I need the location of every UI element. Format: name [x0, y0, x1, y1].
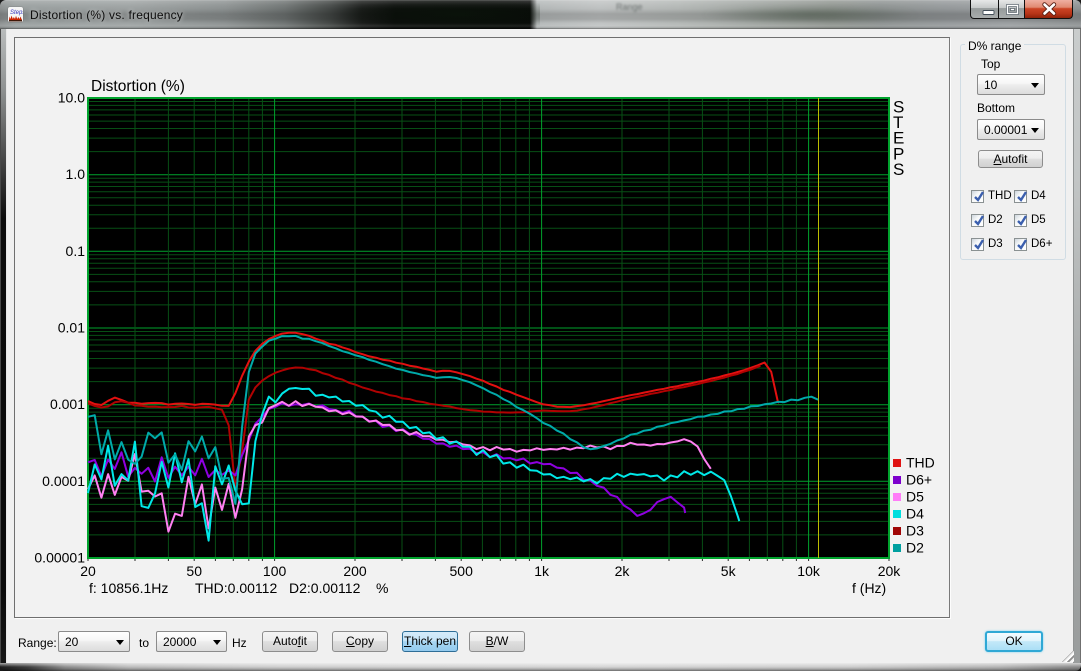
svg-text:20: 20: [80, 563, 96, 579]
svg-text:0.1: 0.1: [66, 243, 86, 259]
svg-text:THD:0.00112: THD:0.00112: [195, 580, 277, 596]
svg-text:0.0001: 0.0001: [42, 473, 85, 489]
svg-text:1k: 1k: [534, 563, 550, 579]
svg-text:0.01: 0.01: [58, 320, 85, 336]
svg-text:0.001: 0.001: [50, 396, 85, 412]
svg-text:200: 200: [343, 563, 367, 579]
svg-text:10.0: 10.0: [58, 90, 85, 106]
svg-text:D2:0.00112: D2:0.00112: [289, 580, 361, 596]
svg-text:D4: D4: [906, 506, 924, 522]
svg-text:D5: D5: [906, 489, 924, 505]
svg-text:20k: 20k: [878, 563, 902, 579]
svg-text:0.00001: 0.00001: [34, 550, 85, 566]
svg-text:Steps: Steps: [10, 10, 23, 16]
svg-text:D3: D3: [906, 523, 924, 539]
svg-text:5k: 5k: [721, 563, 737, 579]
svg-text:D2: D2: [906, 540, 924, 556]
svg-text:THD: THD: [906, 455, 935, 471]
svg-text:f (Hz): f (Hz): [852, 580, 886, 596]
svg-text:2k: 2k: [615, 563, 631, 579]
svg-text:D6+: D6+: [906, 472, 932, 488]
svg-text:%: %: [376, 580, 388, 596]
svg-text:50: 50: [186, 563, 202, 579]
svg-text:10k: 10k: [797, 563, 821, 579]
svg-text:1.0: 1.0: [66, 166, 86, 182]
svg-text:f: 10856.1Hz: f: 10856.1Hz: [89, 580, 168, 596]
svg-text:S: S: [893, 160, 904, 179]
svg-text:100: 100: [263, 563, 287, 579]
svg-text:Distortion (%): Distortion (%): [91, 78, 185, 95]
svg-text:500: 500: [450, 563, 474, 579]
